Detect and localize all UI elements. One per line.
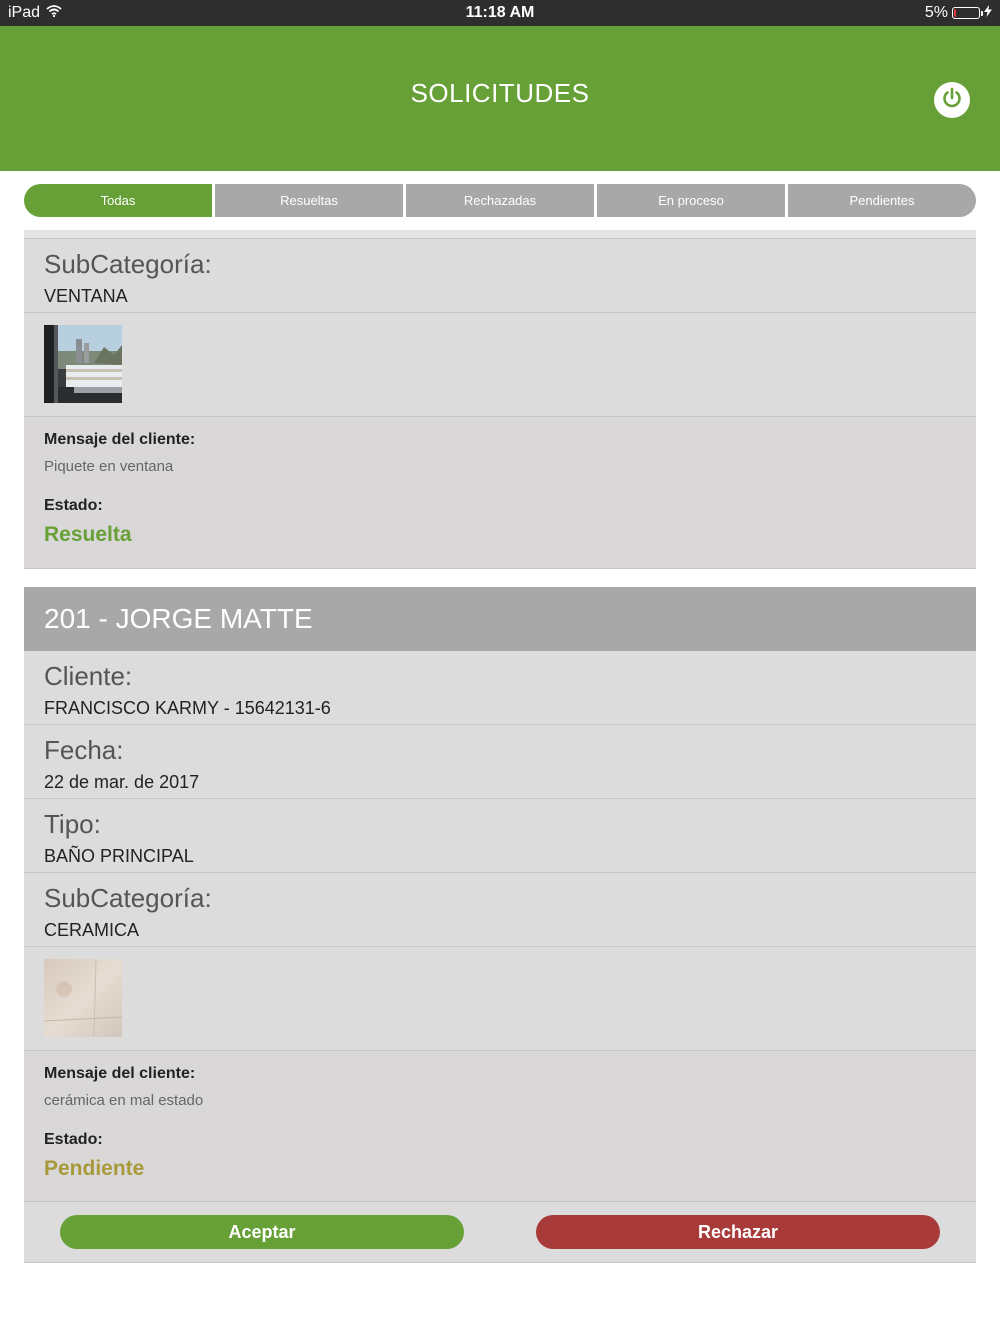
status-time: 11:18 AM bbox=[465, 4, 535, 21]
message-block: Mensaje del cliente: Piquete en ventana … bbox=[24, 417, 976, 568]
status-label: Estado: bbox=[44, 1131, 103, 1148]
type-field: Tipo: BAÑO PRINCIPAL bbox=[24, 799, 976, 873]
field-label: SubCategoría: bbox=[44, 249, 212, 279]
logout-button[interactable] bbox=[934, 82, 970, 118]
field-label: Cliente: bbox=[44, 661, 133, 691]
action-bar: Aceptar Rechazar bbox=[24, 1201, 976, 1262]
tab-resueltas[interactable]: Resueltas bbox=[215, 184, 403, 217]
battery-icon bbox=[952, 7, 983, 19]
field-value: BAÑO PRINCIPAL bbox=[44, 846, 194, 866]
card-divider bbox=[24, 230, 976, 239]
subcategory-field: SubCategoría: VENTANA bbox=[24, 239, 976, 313]
page-title: SOLICITUDES bbox=[410, 78, 590, 108]
message-block: Mensaje del cliente: cerámica en mal est… bbox=[24, 1051, 976, 1201]
requests-list[interactable]: SubCategoría: VENTANA Mensaje del client… bbox=[24, 230, 976, 1281]
request-photo-thumbnail[interactable] bbox=[44, 959, 122, 1037]
charging-bolt-icon bbox=[984, 4, 992, 22]
client-field: Cliente: FRANCISCO KARMY - 15642131-6 bbox=[24, 651, 976, 725]
tab-en-proceso[interactable]: En proceso bbox=[597, 184, 785, 217]
status-bar: iPad 11:18 AM 5% bbox=[0, 0, 1000, 26]
message-label: Mensaje del cliente: bbox=[44, 1065, 196, 1082]
battery-percent: 5% bbox=[924, 4, 948, 21]
field-value: FRANCISCO KARMY - 15642131-6 bbox=[44, 698, 331, 718]
tab-pendientes[interactable]: Pendientes bbox=[788, 184, 976, 217]
filter-tabs: Todas Resueltas Rechazadas En proceso Pe… bbox=[24, 184, 976, 217]
field-value: CERAMICA bbox=[44, 920, 140, 940]
photo-row bbox=[24, 313, 976, 417]
client-message: Piquete en ventana bbox=[44, 458, 174, 475]
status-value: Resuelta bbox=[44, 523, 132, 546]
status-label: Estado: bbox=[44, 497, 103, 514]
client-message: cerámica en mal estado bbox=[44, 1092, 204, 1109]
message-label: Mensaje del cliente: bbox=[44, 431, 196, 448]
accept-button[interactable]: Aceptar bbox=[60, 1215, 464, 1249]
photo-row bbox=[24, 947, 976, 1051]
date-field: Fecha: 22 de mar. de 2017 bbox=[24, 725, 976, 799]
field-label: SubCategoría: bbox=[44, 883, 212, 913]
tab-rechazadas[interactable]: Rechazadas bbox=[406, 184, 594, 217]
request-card: 201 - JORGE MATTE Cliente: FRANCISCO KAR… bbox=[24, 587, 976, 1263]
power-icon bbox=[940, 86, 964, 115]
request-photo-thumbnail[interactable] bbox=[44, 325, 122, 403]
field-value: 22 de mar. de 2017 bbox=[44, 772, 200, 792]
reject-button[interactable]: Rechazar bbox=[536, 1215, 940, 1249]
status-bar-right: 5% bbox=[925, 4, 992, 22]
battery-level-fill bbox=[954, 9, 956, 17]
app-header: SOLICITUDES bbox=[0, 26, 1000, 171]
tab-todas[interactable]: Todas bbox=[24, 184, 212, 217]
field-label: Tipo: bbox=[44, 809, 101, 839]
subcategory-field: SubCategoría: CERAMICA bbox=[24, 873, 976, 947]
status-value: Pendiente bbox=[44, 1157, 145, 1180]
field-value: VENTANA bbox=[44, 286, 128, 306]
field-label: Fecha: bbox=[44, 735, 124, 765]
request-card: SubCategoría: VENTANA Mensaje del client… bbox=[24, 230, 976, 569]
card-title: 201 - JORGE MATTE bbox=[24, 587, 976, 651]
